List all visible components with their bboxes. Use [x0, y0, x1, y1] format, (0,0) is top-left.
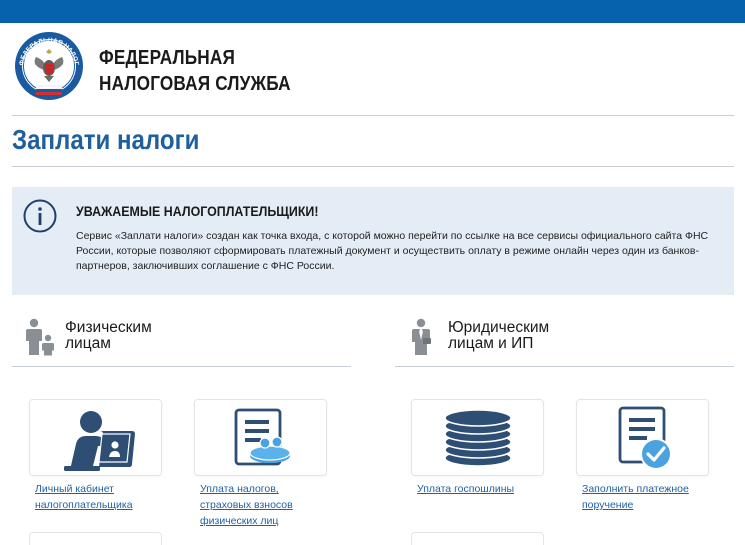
link-pay-taxes-line2[interactable]: страховых взносов — [200, 497, 293, 513]
title-divider — [12, 166, 734, 167]
fns-emblem-logo[interactable]: ФЕДЕРАЛЬНАЯ НАЛОГОВАЯ СЛУЖБА — [10, 26, 84, 101]
emblem-icon: ФЕДЕРАЛЬНАЯ НАЛОГОВАЯ СЛУЖБА — [10, 26, 83, 100]
info-icon — [23, 199, 57, 233]
link-payment-order-line1[interactable]: Заполнить платежное — [582, 481, 689, 497]
card-next-row-2[interactable] — [411, 532, 544, 545]
link-payment-order[interactable]: Заполнить платежное поручение — [582, 481, 689, 513]
section-legal-line1: Юридическим — [448, 319, 550, 336]
card-pay-taxes[interactable] — [194, 399, 327, 476]
link-payment-order-line2[interactable]: поручение — [582, 497, 689, 513]
section-individuals-title: Физическим лицам — [65, 320, 152, 352]
org-name: ФЕДЕРАЛЬНАЯ НАЛОГОВАЯ СЛУЖБА — [99, 45, 291, 97]
notice-heading: УВАЖАЕМЫЕ НАЛОГОПЛАТЕЛЬЩИКИ! — [76, 204, 319, 219]
section-individuals-divider — [12, 366, 351, 367]
family-icon — [24, 318, 56, 361]
person-computer-icon — [64, 411, 135, 471]
document-coins-icon — [234, 408, 291, 466]
link-state-duty[interactable]: Уплата госпошлины — [417, 481, 514, 497]
notice-text: Сервис «Заплати налоги» создан как точка… — [76, 230, 709, 272]
document-check-icon — [618, 406, 672, 470]
section-legal-line2: лицам и ИП — [448, 335, 534, 352]
businessman-icon — [409, 318, 433, 361]
top-bar — [0, 0, 745, 23]
coin-stack-icon — [444, 409, 512, 467]
header-divider — [12, 115, 734, 116]
org-name-line2: НАЛОГОВАЯ СЛУЖБА — [99, 73, 291, 95]
link-personal-account-line2[interactable]: налогоплательщика — [35, 497, 133, 513]
section-legal-title: Юридическим лицам и ИП — [448, 320, 549, 352]
card-payment-order[interactable] — [576, 399, 709, 476]
page-title: Заплати налоги — [12, 124, 200, 155]
link-personal-account[interactable]: Личный кабинет налогоплательщика — [35, 481, 133, 513]
org-name-line1: ФЕДЕРАЛЬНАЯ — [99, 47, 236, 69]
link-pay-taxes[interactable]: Уплата налогов, страховых взносов физиче… — [200, 481, 293, 529]
link-state-duty-line1[interactable]: Уплата госпошлины — [417, 481, 514, 497]
link-pay-taxes-line3[interactable]: физических лиц — [200, 513, 293, 529]
card-next-row-1[interactable] — [29, 532, 162, 545]
section-legal-divider — [395, 366, 734, 367]
card-state-duty[interactable] — [411, 399, 544, 476]
section-individuals-line1: Физическим — [65, 319, 152, 336]
section-individuals-line2: лицам — [65, 335, 111, 352]
link-pay-taxes-line1[interactable]: Уплата налогов, — [200, 481, 293, 497]
link-personal-account-line1[interactable]: Личный кабинет — [35, 481, 133, 497]
card-personal-account[interactable] — [29, 399, 162, 476]
